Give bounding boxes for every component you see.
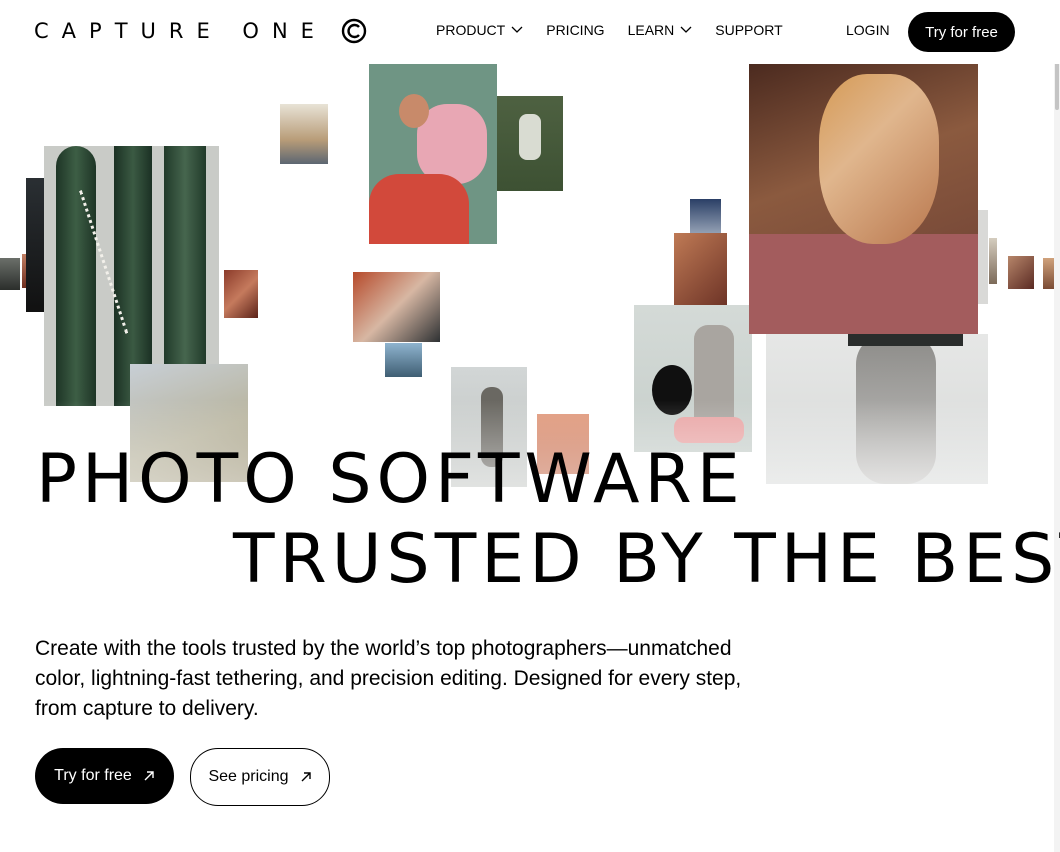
arrow-up-right-icon xyxy=(301,772,311,782)
nav-support-label: SUPPORT xyxy=(715,22,783,38)
logo-text: CAPTURE ONE xyxy=(34,19,327,43)
photo-tile xyxy=(280,104,328,164)
photo-tile xyxy=(385,343,422,377)
photo-tile xyxy=(674,233,727,305)
logo[interactable]: CAPTURE ONE xyxy=(34,18,367,44)
photo-tile xyxy=(224,270,258,318)
login-link[interactable]: LOGIN xyxy=(846,22,890,38)
photo-tile xyxy=(978,210,988,304)
photo-woman-pink-sweater xyxy=(749,64,978,334)
photo-tile xyxy=(1008,256,1034,289)
photo-tile xyxy=(989,238,997,284)
photo-tile xyxy=(497,96,563,191)
scrollbar[interactable] xyxy=(1054,0,1060,852)
see-pricing-button[interactable]: See pricing xyxy=(190,748,330,806)
photo-woman-pink xyxy=(369,64,497,244)
photo-redhead xyxy=(353,272,440,342)
see-pricing-label: See pricing xyxy=(208,768,289,785)
photo-tile xyxy=(26,178,44,312)
try-for-free-cta-label: Try for free xyxy=(54,767,132,784)
nav-learn-label: LEARN xyxy=(627,22,675,38)
nav-learn[interactable]: LEARN xyxy=(628,22,693,38)
nav-product[interactable]: PRODUCT xyxy=(436,22,523,38)
hero-description: Create with the tools trusted by the wor… xyxy=(35,637,742,720)
site-header: CAPTURE ONE PRODUCT PRICING LEARN SUPPOR… xyxy=(0,0,1060,64)
try-for-free-cta[interactable]: Try for free xyxy=(35,748,174,804)
hero-headline-line-1: PHOTO SOFTWARE xyxy=(36,440,745,519)
nav-pricing-label: PRICING xyxy=(546,22,605,38)
nav-product-label: PRODUCT xyxy=(436,22,506,38)
try-for-free-button[interactable]: Try for free xyxy=(908,12,1015,52)
photo-tile xyxy=(1043,258,1054,289)
nav-support[interactable]: SUPPORT xyxy=(715,22,782,38)
arrow-up-right-icon xyxy=(144,771,154,781)
main-nav: PRODUCT PRICING LEARN SUPPORT xyxy=(436,22,806,38)
photo-tile xyxy=(848,334,963,346)
photo-tile xyxy=(0,258,20,290)
capture-one-logo-icon xyxy=(341,18,367,44)
chevron-down-icon xyxy=(680,26,692,33)
nav-pricing[interactable]: PRICING xyxy=(546,22,604,38)
hero-headline-line-2: TRUSTED BY THE BEST xyxy=(233,520,1060,599)
chevron-down-icon xyxy=(511,26,523,33)
